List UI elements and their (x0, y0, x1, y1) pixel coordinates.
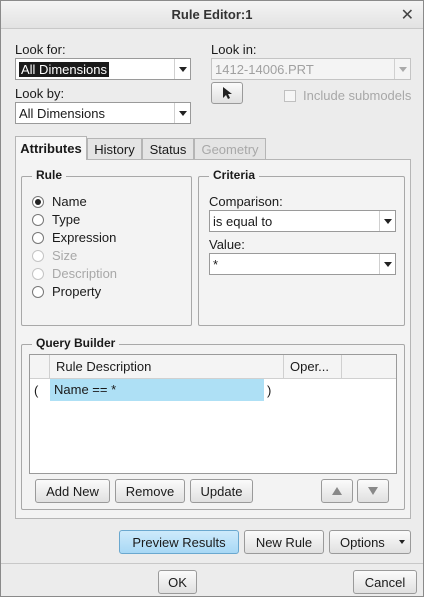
rule-option-label: Expression (52, 230, 117, 245)
look-in-value: 1412-14006.PRT (215, 62, 314, 77)
rule-description-cell: Name == * (54, 382, 117, 397)
rule-option-name[interactable]: Name (32, 194, 87, 209)
tab-history[interactable]: History (87, 138, 142, 160)
comparison-select[interactable]: is equal to (209, 210, 396, 232)
table-header-spacer (30, 355, 50, 379)
chevron-down-icon[interactable] (174, 59, 190, 79)
footer-divider (1, 563, 423, 564)
chevron-down-icon[interactable] (174, 103, 190, 123)
look-by-label: Look by: (15, 86, 65, 101)
options-label: Options (340, 534, 385, 550)
rule-option-property[interactable]: Property (32, 284, 101, 299)
cancel-button[interactable]: Cancel (353, 570, 417, 594)
rule-option-label: Name (52, 194, 87, 209)
chevron-down-icon[interactable] (379, 211, 395, 231)
query-table: Rule Description Oper... ( Name == * ) (29, 354, 397, 474)
table-row[interactable]: Name == * (50, 379, 264, 401)
look-by-select[interactable]: All Dimensions (15, 102, 191, 124)
value-label: Value: (209, 237, 245, 252)
rule-group-title: Rule (32, 168, 67, 182)
rule-option-label: Type (52, 212, 81, 227)
column-operator[interactable]: Oper... (284, 355, 342, 379)
rule-group: Rule Name Type Expression Size Descripti… (21, 168, 192, 326)
title-bar: Rule Editor:1 ✕ (1, 1, 423, 29)
tab-attributes[interactable]: Attributes (15, 136, 87, 160)
radio-button[interactable] (32, 285, 44, 298)
look-for-select[interactable]: All Dimensions (15, 58, 191, 80)
radio-button[interactable] (32, 195, 44, 208)
radio-button (32, 249, 44, 262)
criteria-group-title: Criteria (209, 168, 260, 182)
rule-option-description: Description (32, 266, 117, 281)
comparison-label: Comparison: (209, 194, 283, 209)
look-for-label: Look for: (15, 42, 66, 57)
select-pointer-button[interactable] (211, 82, 243, 104)
look-in-select: 1412-14006.PRT (211, 58, 411, 80)
open-paren: ( (34, 383, 39, 398)
tab-geometry: Geometry (194, 138, 266, 160)
radio-button[interactable] (32, 231, 44, 244)
look-in-label: Look in: (211, 42, 257, 57)
options-button[interactable]: Options (329, 530, 411, 554)
chevron-down-icon (399, 540, 405, 544)
query-builder-title: Query Builder (32, 336, 120, 350)
chevron-down-icon[interactable] (379, 254, 395, 274)
rule-option-label: Size (52, 248, 78, 263)
new-rule-button[interactable]: New Rule (244, 530, 324, 554)
arrow-down-icon (368, 487, 378, 495)
include-submodels-checkbox[interactable] (284, 90, 296, 102)
rule-option-type[interactable]: Type (32, 212, 80, 227)
rule-option-size: Size (32, 248, 77, 263)
column-rule-description[interactable]: Rule Description (50, 355, 284, 379)
value-text: * (213, 257, 219, 272)
window-title: Rule Editor:1 (171, 7, 253, 22)
move-up-button[interactable] (321, 479, 353, 503)
include-submodels-label: Include submodels (303, 88, 412, 103)
value-input[interactable]: * (209, 253, 396, 275)
cursor-arrow-icon (223, 87, 232, 99)
close-paren: ) (267, 383, 272, 398)
chevron-down-icon (394, 59, 410, 79)
rule-option-label: Property (52, 284, 102, 299)
ok-button[interactable]: OK (158, 570, 197, 594)
radio-button[interactable] (32, 213, 44, 226)
update-button[interactable]: Update (190, 479, 253, 503)
remove-button[interactable]: Remove (115, 479, 185, 503)
comparison-value: is equal to (213, 214, 273, 229)
rule-editor-window: Rule Editor:1 ✕ Look for: All Dimensions… (0, 0, 424, 597)
move-down-button[interactable] (357, 479, 389, 503)
preview-results-button[interactable]: Preview Results (119, 530, 239, 554)
rule-option-expression[interactable]: Expression (32, 230, 116, 245)
tab-status[interactable]: Status (142, 138, 194, 160)
close-icon[interactable]: ✕ (401, 5, 414, 25)
radio-button (32, 267, 44, 280)
look-by-value: All Dimensions (19, 106, 105, 121)
look-for-value: All Dimensions (19, 62, 109, 77)
add-new-button[interactable]: Add New (35, 479, 110, 503)
table-header-filler (342, 355, 396, 379)
rule-option-label: Description (52, 266, 118, 281)
arrow-up-icon (332, 487, 342, 495)
